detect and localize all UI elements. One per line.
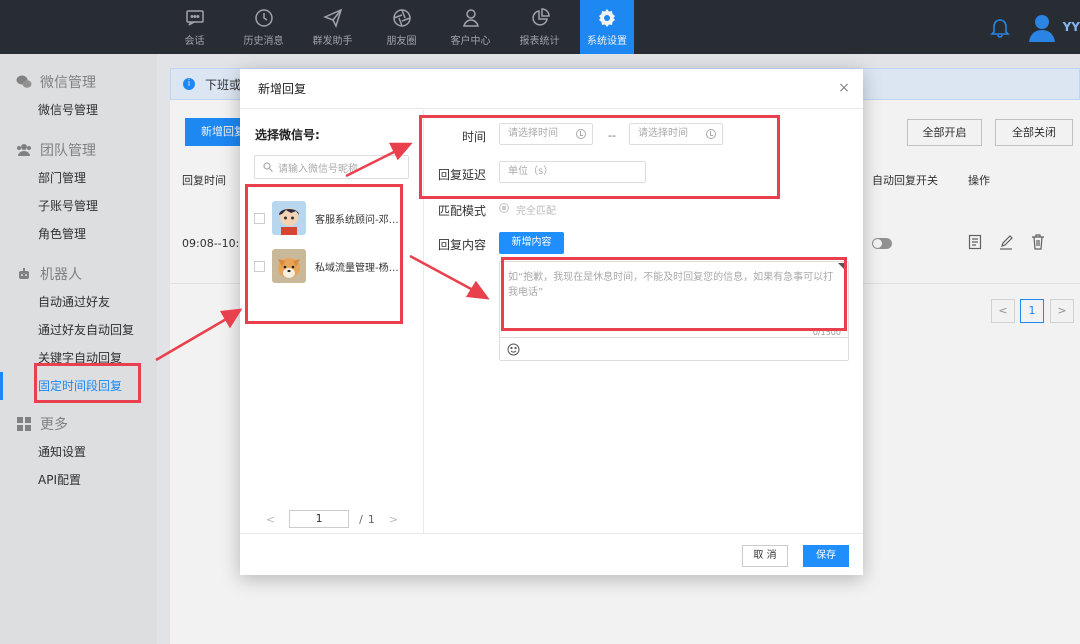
modal-footer: 取 消 保存 [240,533,863,575]
chevron-right-icon[interactable]: > [389,513,398,526]
account-name: 私域流量管理-杨… [315,262,399,274]
time-separator: -- [608,129,616,142]
clock-icon [576,129,586,139]
clock-icon [706,129,716,139]
reply-content-textarea[interactable]: 如“抱歉，我现在是休息时间，不能及时回复您的信息，如果有急事可以打我电话” 0/… [499,261,849,361]
char-count: 0/1500 [812,328,841,337]
dog-avatar [272,249,306,283]
account-selector-panel: 选择微信号: 请输入微信号昵称 客服系统顾问-邓… 私域流量管理-杨… < 1 … [240,110,424,533]
modal-header: 新增回复 [240,69,863,109]
content-label: 回复内容 [437,238,486,252]
match-mode-option: 完全匹配 [516,206,556,217]
emoji-icon[interactable] [507,343,520,356]
add-content-button[interactable]: 新增内容 [499,232,564,254]
account-name: 客服系统顾问-邓… [315,214,399,226]
close-icon[interactable]: × [837,81,851,95]
page-separator: / [359,512,363,526]
delay-input[interactable]: 单位（s） [499,161,646,183]
account-search-input[interactable]: 请输入微信号昵称 [254,155,409,179]
emoji-toolbar [500,337,848,360]
match-mode-label: 匹配模式 [437,204,486,218]
modal-title: 新增回复 [258,82,307,96]
end-time-input[interactable]: 请选择时间 [629,123,723,145]
account-pagination: < 1 / 1 > [240,505,424,533]
search-icon [263,162,273,172]
anime-avatar [272,201,306,235]
match-mode-radio[interactable] [499,203,509,213]
start-time-placeholder: 请选择时间 [508,128,558,139]
time-label: 时间 [461,130,486,144]
account-selector-title: 选择微信号: [255,128,320,142]
page-total: 1 [367,512,375,526]
page-number-input[interactable]: 1 [289,510,350,528]
account-list-item[interactable]: 客服系统顾问-邓… [254,200,414,236]
chevron-left-icon[interactable]: < [266,513,275,526]
end-time-placeholder: 请选择时间 [638,128,688,139]
save-button[interactable]: 保存 [803,545,849,567]
delay-label: 回复延迟 [437,168,486,182]
account-checkbox[interactable] [254,260,265,272]
search-placeholder: 请输入微信号昵称 [278,163,358,175]
account-checkbox[interactable] [254,212,265,224]
start-time-input[interactable]: 请选择时间 [499,123,593,145]
new-reply-modal: 新增回复 × 选择微信号: 请输入微信号昵称 客服系统顾问-邓… 私域流量管理-… [240,69,863,575]
account-list-item[interactable]: 私域流量管理-杨… [254,248,414,284]
cancel-button[interactable]: 取 消 [742,545,788,567]
resize-handle[interactable] [838,263,847,272]
delay-placeholder: 单位（s） [508,166,554,177]
content-placeholder: 如“抱歉，我现在是休息时间，不能及时回复您的信息，如果有急事可以打我电话” [508,272,834,298]
